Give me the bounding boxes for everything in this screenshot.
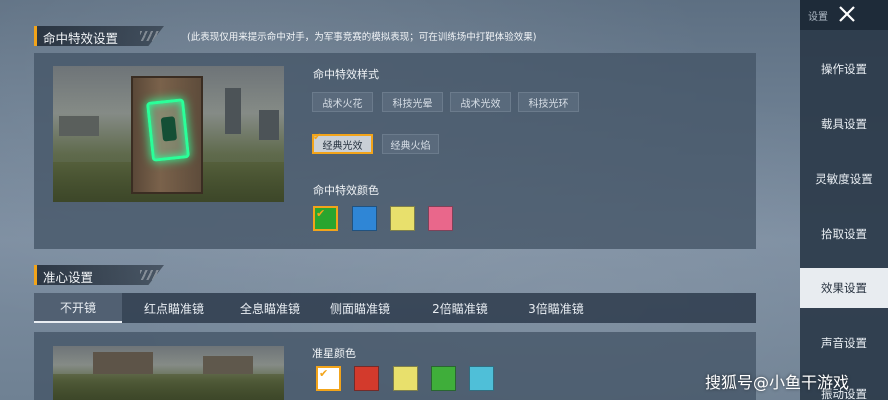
hit-color-swatch-yellow[interactable] [390,206,415,231]
crosshair-color-label: 准星颜色 [312,347,356,360]
crosshair-color-swatch-green[interactable] [431,366,456,391]
tab-side-scope[interactable]: 侧面瞄准镜 [316,293,404,323]
tab-2x-scope[interactable]: 2倍瞄准镜 [418,293,502,323]
tab-no-scope[interactable]: 不开镜 [34,293,122,323]
style-option-classic-light[interactable]: ✔ 经典光效 [312,132,373,154]
hit-effect-preview-image [53,66,284,202]
tab-holographic[interactable]: 全息瞄准镜 [228,293,312,323]
style-option-tactical-light[interactable]: 战术光效 [450,92,511,112]
target-board [131,76,203,194]
style-option-classic-flame[interactable]: 经典火焰 [382,134,439,154]
sidebar-item-sensitivity[interactable]: 灵敏度设置 [800,159,888,199]
crosshair-color-swatch-white[interactable]: ✔ [316,366,341,391]
check-icon: ✔ [313,132,322,143]
close-button[interactable] [836,3,858,25]
hit-effect-hint: (此表现仅用来提示命中对手，为军事竞赛的模拟表现；可在训练场中打靶体验效果) [187,32,537,43]
check-icon: ✔ [316,207,326,220]
tab-red-dot[interactable]: 红点瞄准镜 [132,293,216,323]
style-option-tactical-spark[interactable]: 战术火花 [312,92,373,112]
sidebar-item-controls[interactable]: 操作设置 [800,49,888,89]
check-icon: ✔ [319,367,329,380]
close-icon [839,6,855,22]
hit-effect-section-title: 命中特效设置 [43,31,119,46]
hit-color-swatch-pink[interactable] [428,206,453,231]
hit-color-swatch-blue[interactable] [352,206,377,231]
sidebar-item-sound[interactable]: 声音设置 [800,323,888,363]
hit-color-swatch-green[interactable]: ✔ [313,206,338,231]
sidebar-title: 设置 [808,12,828,23]
sidebar-item-effects[interactable]: 效果设置 [800,268,888,308]
style-option-tech-halo[interactable]: 科技光晕 [382,92,443,112]
hit-color-label: 命中特效颜色 [313,184,379,197]
crosshair-color-swatch-cyan[interactable] [469,366,494,391]
target-glow [145,98,191,162]
sidebar-item-vehicle[interactable]: 载具设置 [800,104,888,144]
watermark: 搜狐号@小鱼干游戏 [705,373,850,392]
style-option-tech-ring[interactable]: 科技光环 [518,92,579,112]
crosshair-color-swatch-red[interactable] [354,366,379,391]
crosshair-section-header: 准心设置 [34,265,164,285]
crosshair-preview-image [53,346,284,400]
hit-effect-section-header: 命中特效设置 [34,26,164,46]
sidebar-item-pickup[interactable]: 拾取设置 [800,214,888,254]
hit-style-label: 命中特效样式 [313,68,379,81]
tab-3x-scope[interactable]: 3倍瞄准镜 [514,293,598,323]
crosshair-color-swatch-yellow[interactable] [393,366,418,391]
crosshair-section-title: 准心设置 [43,270,94,285]
